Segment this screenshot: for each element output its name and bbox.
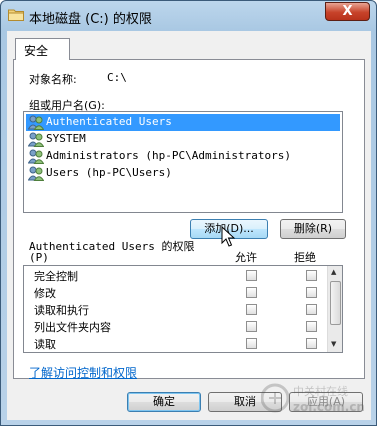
object-name-label: 对象名称: xyxy=(29,73,77,86)
group-row[interactable]: Administrators (hp-PC\Administrators) xyxy=(26,148,340,165)
group-row[interactable]: SYSTEM xyxy=(26,131,340,148)
permissions-title: Authenticated Users 的权限 xyxy=(29,240,195,253)
permission-row: 列出文件夹内容 xyxy=(24,318,328,335)
user-group-icon xyxy=(28,132,44,147)
deny-checkbox[interactable] xyxy=(306,338,317,349)
watermark-line2: zol.com.cn xyxy=(293,400,365,414)
group-row[interactable]: Users (hp-PC\Users) xyxy=(26,165,340,182)
scroll-thumb[interactable] xyxy=(330,281,341,325)
allow-column-header: 允许 xyxy=(235,251,257,264)
permission-name: 读取 xyxy=(34,338,56,351)
permission-row: 修改 xyxy=(24,284,328,301)
object-name-value: C:\ xyxy=(107,71,127,84)
permissions-scrollbar[interactable]: ▲ ▼ xyxy=(327,266,342,352)
group-name: SYSTEM xyxy=(46,132,86,145)
help-link[interactable]: 了解访问控制和权限 xyxy=(29,364,137,381)
allow-checkbox[interactable] xyxy=(246,338,257,349)
permissions-title-hotkey: (P) xyxy=(29,251,49,264)
folder-icon xyxy=(8,9,24,21)
deny-checkbox[interactable] xyxy=(306,287,317,298)
dialog-body: 安全 对象名称: C:\ 组或用户名(G): Authenticated Use… xyxy=(7,31,371,420)
group-user-list[interactable]: Authenticated Users SYSTEM Administrators … xyxy=(23,111,343,213)
deny-checkbox[interactable] xyxy=(306,304,317,315)
allow-checkbox[interactable] xyxy=(246,287,257,298)
deny-checkbox[interactable] xyxy=(306,321,317,332)
permission-name: 完全控制 xyxy=(34,270,78,283)
allow-checkbox[interactable] xyxy=(246,321,257,332)
group-name: Authenticated Users xyxy=(46,115,172,128)
allow-checkbox[interactable] xyxy=(246,304,257,315)
group-row[interactable]: Authenticated Users xyxy=(26,114,340,131)
watermark-logo: 中关村在线 zol.com.cn xyxy=(261,383,365,414)
mouse-pointer-icon xyxy=(221,226,235,247)
allow-checkbox[interactable] xyxy=(246,270,257,281)
close-button[interactable]: X xyxy=(325,2,370,21)
watermark-line1: 中关村在线 xyxy=(293,384,348,398)
scroll-up-icon[interactable]: ▲ xyxy=(331,268,336,276)
title-bar[interactable]: 本地磁盘 (C:) 的权限 X xyxy=(1,1,376,31)
group-name: Administrators (hp-PC\Administrators) xyxy=(46,149,292,162)
permission-row: 读取 xyxy=(24,335,328,352)
remove-button[interactable]: 删除(R) xyxy=(280,219,346,239)
deny-column-header: 拒绝 xyxy=(294,251,316,264)
permission-name: 修改 xyxy=(34,287,56,300)
permissions-window: 本地磁盘 (C:) 的权限 X 安全 对象名称: C:\ 组或用户名(G): A… xyxy=(0,0,377,426)
permission-name: 读取和执行 xyxy=(34,304,89,317)
scroll-down-icon[interactable]: ▼ xyxy=(331,340,336,348)
permissions-list[interactable]: ▲ ▼ 完全控制修改读取和执行列出文件夹内容 读取 xyxy=(23,265,343,353)
ok-button[interactable]: 确定 xyxy=(127,392,201,412)
window-title: 本地磁盘 (C:) 的权限 xyxy=(29,12,152,27)
user-group-icon xyxy=(28,115,44,130)
user-group-icon xyxy=(28,166,44,181)
permission-row: 读取和执行 xyxy=(24,301,328,318)
deny-checkbox[interactable] xyxy=(306,270,317,281)
permission-row: 完全控制 xyxy=(24,267,328,284)
permission-name: 列出文件夹内容 xyxy=(34,321,111,334)
close-icon: X xyxy=(342,4,353,19)
user-group-icon xyxy=(28,149,44,164)
tab-security[interactable]: 安全 xyxy=(15,38,70,60)
group-name: Users (hp-PC\Users) xyxy=(46,166,172,179)
